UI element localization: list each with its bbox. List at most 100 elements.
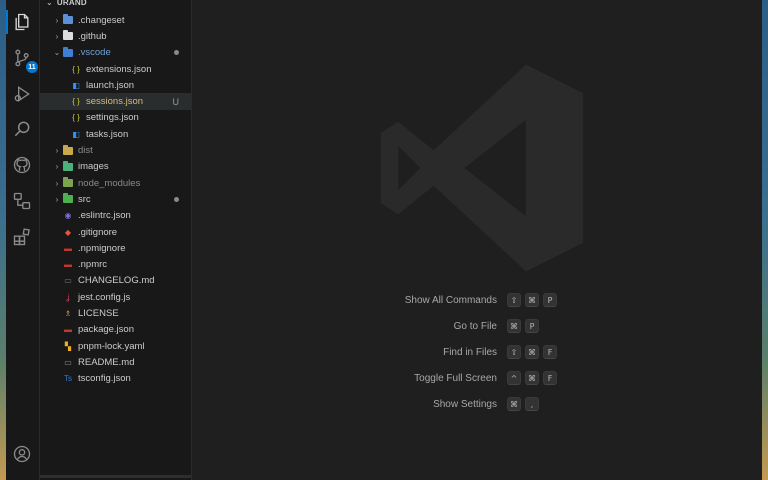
chevron-down-icon: ⌄ (46, 0, 53, 7)
keybinding: ⌘, (507, 397, 539, 411)
item-label: tasks.json (86, 128, 129, 140)
file-row[interactable]: ▬ .npmrc (40, 256, 191, 272)
item-label: src (78, 193, 91, 205)
item-label: CHANGELOG.md (78, 275, 155, 287)
file-row[interactable]: ▚ pnpm-lock.yaml (40, 338, 191, 354)
command-label: Show All Commands (404, 294, 497, 306)
folder-row[interactable]: ⌄ .vscode (40, 45, 191, 61)
images-folder-icon (62, 160, 74, 173)
key-cap: ⌘ (507, 319, 521, 333)
key-cap: P (543, 293, 557, 307)
node-modules-folder-icon (62, 177, 74, 189)
desktop-wallpaper-right (762, 0, 768, 480)
json-file-icon: { } (72, 97, 80, 107)
file-row[interactable]: { } settings.json (40, 110, 191, 126)
command-label: Show Settings (433, 398, 497, 410)
folder-icon (63, 177, 73, 188)
vscode-folder-icon (62, 46, 74, 59)
file-row[interactable]: ◆ .gitignore (40, 224, 191, 240)
github-icon[interactable] (11, 154, 33, 176)
command-label: Toggle Full Screen (414, 372, 497, 384)
folder-icon (63, 46, 73, 57)
file-row[interactable]: { } sessions.json U (40, 93, 191, 110)
git-icon: ◆ (64, 227, 72, 237)
command-label: Go to File (453, 320, 497, 332)
dist-folder-icon (62, 144, 74, 157)
npm-icon: ▬ (64, 243, 72, 253)
key-cap: ⌘ (525, 345, 539, 359)
item-label: tsconfig.json (78, 373, 131, 385)
item-label: launch.json (86, 79, 135, 91)
item-label: LICENSE (78, 307, 119, 319)
key-cap: , (525, 397, 539, 411)
file-row[interactable]: ʝ jest.config.js (40, 289, 191, 305)
chevron-right-icon: › (55, 162, 59, 172)
item-label: .github (78, 30, 107, 42)
file-row[interactable]: ▭ README.md (40, 354, 191, 370)
key-cap: ⇧ (507, 293, 521, 307)
item-label: pnpm-lock.yaml (78, 340, 145, 352)
item-label: images (78, 161, 109, 173)
item-label: .vscode (78, 47, 111, 59)
chevron-right-icon: › (55, 146, 59, 156)
git-status-badge: U (172, 96, 180, 107)
item-label: sessions.json (86, 96, 144, 108)
file-row[interactable]: ◧ tasks.json (40, 126, 191, 142)
folder-icon (63, 193, 73, 204)
keybinding: ⇧ ⌘ P (507, 293, 557, 307)
file-row[interactable]: ◧ launch.json (40, 77, 191, 93)
extensions-icon[interactable] (11, 226, 33, 248)
folder-row[interactable]: › .github (40, 28, 191, 44)
vscode-file-icon: ◧ (72, 129, 80, 139)
welcome-command[interactable]: Go to File ⌘ P (352, 313, 652, 339)
source-control-icon[interactable]: 11 (11, 47, 38, 73)
file-row[interactable]: ▭ CHANGELOG.md (40, 273, 191, 289)
explorer-icon[interactable] (11, 11, 33, 33)
file-row[interactable]: ◉ .eslintrc.json (40, 208, 191, 224)
folder-row[interactable]: › dist (40, 142, 191, 158)
welcome-command[interactable]: Show All Commands ⇧ ⌘ P (352, 287, 652, 313)
vscode-watermark-logo (380, 64, 584, 272)
jest-icon: ʝ (66, 292, 70, 302)
folder-row[interactable]: › .changeset (40, 12, 191, 28)
item-label: node_modules (78, 177, 141, 189)
key-cap: ^ (507, 371, 521, 385)
item-label: .gitignore (78, 226, 118, 238)
file-row[interactable]: ▬ package.json (40, 322, 191, 338)
folder-icon (63, 160, 73, 171)
keybinding: ⇧ ⌘ F (507, 345, 557, 359)
folder-changeset-icon (62, 14, 74, 26)
explorer-section-header[interactable]: ⌄ URAND (40, 0, 191, 8)
chevron-down-icon: ⌄ (53, 48, 61, 58)
item-label: README.md (78, 356, 135, 368)
key-cap: ⌘ (507, 397, 521, 411)
keybinding: ^ ⌘ F (507, 371, 557, 385)
file-row[interactable]: { } extensions.json (40, 61, 191, 77)
json-file-icon: { } (72, 113, 80, 123)
item-label: .eslintrc.json (78, 210, 131, 222)
welcome-command[interactable]: Find in Files ⇧ ⌘ F (352, 339, 652, 365)
file-row[interactable]: ♗ LICENSE (40, 305, 191, 321)
welcome-commands: Show All Commands ⇧ ⌘ P Go to File ⌘ P Find in … (352, 287, 652, 417)
folder-row[interactable]: › images (40, 159, 191, 175)
key-cap: P (525, 319, 539, 333)
file-row[interactable]: ▬ .npmignore (40, 240, 191, 256)
file-row[interactable]: Ts tsconfig.json (40, 371, 191, 387)
account-icon[interactable] (11, 443, 33, 465)
folder-row[interactable]: › src (40, 191, 191, 207)
item-label: .changeset (78, 14, 125, 26)
welcome-command[interactable]: Show Settings ⌘, (352, 391, 652, 417)
run-debug-icon[interactable] (11, 83, 33, 105)
item-label: dist (78, 145, 93, 157)
folder-row[interactable]: › node_modules (40, 175, 191, 191)
search-icon[interactable] (11, 118, 33, 140)
key-cap: ⇧ (507, 345, 521, 359)
horizontal-scrollbar[interactable] (40, 475, 191, 478)
item-label: .npmignore (78, 242, 126, 254)
explorer-sidebar: ⌄ URAND › .changeset › .github ⌄ .vscode { } ex… (40, 0, 192, 480)
chevron-right-icon: › (55, 15, 59, 25)
welcome-command[interactable]: Toggle Full Screen ^ ⌘ F (352, 365, 652, 391)
workspace-title: URAND (56, 0, 87, 7)
npm-package-icon: ▬ (64, 325, 72, 335)
remote-explorer-icon[interactable] (11, 190, 33, 212)
